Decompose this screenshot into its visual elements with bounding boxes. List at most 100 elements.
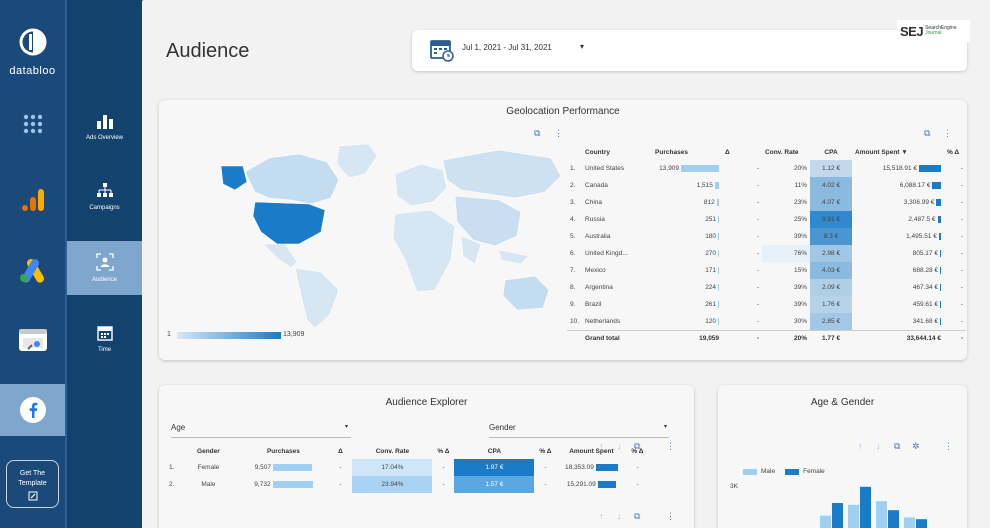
ag-explore-icon[interactable]: ✲: [912, 441, 920, 452]
page-title: Audience: [166, 40, 250, 62]
rail-dashboards-button[interactable]: [0, 96, 65, 152]
geo-spent-bar: [939, 249, 942, 257]
gender-caret-icon[interactable]: ▾: [664, 423, 667, 430]
geo-row-conv: 39%: [794, 284, 808, 291]
aud-col-pct-delta-1[interactable]: % Δ: [432, 443, 454, 459]
ag-bar-male[interactable]: [904, 517, 915, 528]
nav-time[interactable]: Time: [67, 312, 142, 366]
map-more-icon[interactable]: ⋮: [554, 128, 563, 139]
age-gender-card: Age & Gender ↑ ↓ ⧉ ✲ ⋮ Male Female 3K: [718, 385, 967, 528]
calendar-icon: [96, 326, 113, 341]
ag-bar-female[interactable]: [860, 486, 871, 528]
geo-row[interactable]: 1. United States 13,909 - 20% 1.12 € 15,518.91…: [567, 160, 966, 177]
world-map[interactable]: [199, 140, 569, 330]
get-template-line1: Get The: [19, 470, 46, 477]
rail-search-console-button[interactable]: [0, 312, 65, 368]
aud-col-cpa[interactable]: CPA: [454, 443, 534, 459]
geo-row[interactable]: 10. Netherlands 120 - 30% 2.85 € 341.68 € -: [567, 313, 966, 330]
get-template-button[interactable]: Get The Template: [6, 460, 59, 508]
table-more-icon[interactable]: ⋮: [943, 128, 952, 139]
geo-row[interactable]: 9. Brazil 261 - 39% 1.76 € 459.61 € -: [567, 296, 966, 313]
ag-sort-down-icon[interactable]: ↓: [876, 441, 881, 451]
table-export-icon[interactable]: ⧉: [924, 128, 930, 139]
aud-col-gender[interactable]: Gender: [178, 443, 238, 459]
geo-row[interactable]: 8. Argentina 224 - 39% 2.09 € 467.34 € -: [567, 279, 966, 296]
age-dimension-dropdown[interactable]: Age: [171, 423, 185, 432]
geo-col-index: [567, 144, 582, 160]
audience-more-icon[interactable]: ⋮: [666, 441, 675, 452]
ag-export-icon[interactable]: ⧉: [894, 441, 900, 452]
geo-total-cpa: 1.77 €: [810, 329, 853, 347]
geo-purchases-value: 13,909: [659, 165, 680, 173]
aud-col-delta[interactable]: Δ: [328, 443, 352, 459]
map-export-icon[interactable]: ⧉: [534, 128, 540, 139]
age-caret-icon[interactable]: ▾: [345, 423, 348, 430]
geo-row-delta: -: [756, 199, 760, 206]
aud-col-conv-rate[interactable]: Conv. Rate: [352, 443, 432, 459]
sej-subtext-2: Journal: [925, 30, 942, 36]
grid-dots-icon: [23, 114, 42, 134]
geo-row[interactable]: 7. Mexico 171 - 15% 4.03 € 688.28 € -: [567, 262, 966, 279]
rail-google-analytics-button[interactable]: [0, 172, 65, 228]
geo-total-spent: 33,644.14 €: [852, 329, 945, 347]
nav-audience[interactable]: Audience: [67, 241, 142, 295]
rail-facebook-button[interactable]: [0, 384, 65, 436]
sort-down-icon-2[interactable]: ↓: [617, 511, 622, 521]
audience-explorer-card: Audience Explorer Age ▾ Gender ▾ ↑ ↓ ⧉ ⋮…: [159, 385, 694, 528]
geo-col-country[interactable]: Country: [582, 144, 652, 160]
aud-row[interactable]: 1. Female 9,507 - 17.04% - 1.97 € - 18,353.09 -: [165, 459, 648, 476]
audience-export-icon-2[interactable]: ⧉: [634, 511, 640, 522]
geo-row[interactable]: 5. Australia 180 - 39% 8.3 € 1,495.51 € -: [567, 228, 966, 245]
geo-purchases-value: 171: [705, 267, 717, 275]
geo-spent-value: 341.68 €: [912, 317, 939, 325]
geo-row-spent: 2,487.5 €: [852, 211, 944, 228]
aud-table-body: 1. Female 9,507-17.04% -1.97 € -18,353.09-2.…: [165, 459, 648, 493]
edit-icon: [28, 491, 37, 501]
geo-row-country: Brazil: [585, 301, 602, 308]
geo-row[interactable]: 2. Canada 1,515 - 11% 4.02 € 6,088.17 € -: [567, 177, 966, 194]
ag-bar-female[interactable]: [916, 519, 927, 528]
aud-col-amount-spent[interactable]: Amount Spent: [556, 443, 626, 459]
ag-bar-female[interactable]: [832, 503, 843, 528]
nav-campaigns[interactable]: Campaigns: [67, 170, 142, 224]
rail-google-ads-button[interactable]: [0, 242, 65, 298]
geo-purchases-bar: [718, 249, 720, 257]
ag-more-icon[interactable]: ⋮: [944, 441, 953, 452]
geo-row-delta: -: [756, 233, 760, 240]
sort-up-icon-2[interactable]: ↑: [599, 511, 604, 521]
aud-col-purchases[interactable]: Purchases: [238, 443, 328, 459]
ag-bar-female[interactable]: [888, 510, 899, 528]
geo-col-amount-spent[interactable]: Amount Spent ▼: [852, 144, 944, 160]
ag-sort-up-icon[interactable]: ↑: [858, 441, 863, 451]
geo-purchases-bar: [714, 181, 720, 189]
geo-purchases-bar: [718, 317, 720, 325]
geo-row-cpa: 4.07 €: [810, 194, 853, 211]
nav-ads-overview[interactable]: Ads Overview: [67, 100, 142, 154]
geo-col-delta[interactable]: Δ: [722, 144, 762, 160]
databloo-logo-icon: [19, 28, 46, 56]
geo-row-index: 9.: [570, 301, 576, 308]
aud-col-pct-delta-2[interactable]: % Δ: [534, 443, 556, 459]
geo-col-conv-rate[interactable]: Conv. Rate: [762, 144, 810, 160]
aud-col-pct-delta-3[interactable]: % Δ: [626, 443, 648, 459]
audience-more-icon-2[interactable]: ⋮: [666, 511, 675, 522]
aud-row-gender: Female: [197, 464, 220, 471]
ag-bar-male[interactable]: [876, 501, 887, 528]
ag-bar-male[interactable]: [848, 504, 859, 528]
geo-purchases-value: 251: [705, 216, 717, 224]
geo-spent-bar: [937, 215, 942, 223]
geo-row[interactable]: 3. China 812 - 23% 4.07 € 3,306.99 € -: [567, 194, 966, 211]
geo-col-cpa[interactable]: CPA: [810, 144, 852, 160]
gender-dimension-dropdown[interactable]: Gender: [489, 423, 516, 432]
calendar-clock-icon: [430, 40, 454, 62]
ag-bar-male[interactable]: [820, 515, 831, 528]
date-range-control[interactable]: Jul 1, 2021 - Jul 31, 2021 ▾: [412, 30, 967, 71]
geo-row[interactable]: 4. Russia 251 - 25% 9.91 € 2,487.5 € -: [567, 211, 966, 228]
aud-row-delta: -: [339, 464, 342, 471]
aud-row[interactable]: 2. Male 9,732 - 23.94% - 1.57 € - 15,291.09 -: [165, 476, 648, 493]
geo-row[interactable]: 6. United Kingd... 270-76% 2.98 €805.17 € -: [567, 245, 966, 262]
geo-col-purchases[interactable]: Purchases: [652, 144, 722, 160]
geo-col-pct-delta[interactable]: % Δ: [944, 144, 966, 160]
geo-purchases-bar: [716, 198, 720, 206]
australia-region: [502, 275, 550, 311]
